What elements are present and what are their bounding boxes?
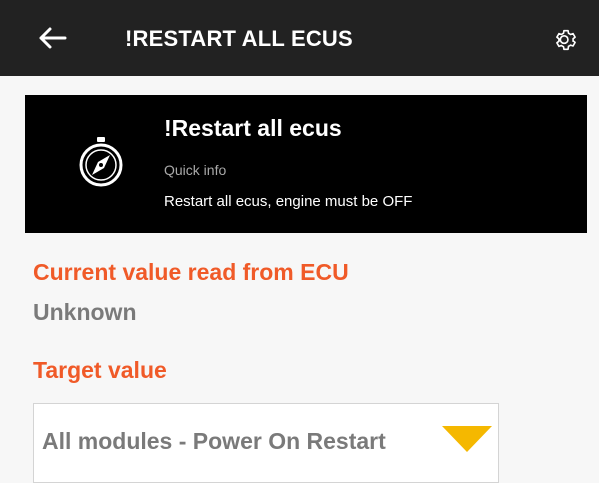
- app-bar: !RESTART ALL ECUS: [0, 0, 599, 76]
- target-selected-value: All modules - Power On Restart: [42, 428, 386, 454]
- target-value-select[interactable]: All modules - Power On Restart: [33, 403, 499, 483]
- card-description: Restart all ecus, engine must be OFF: [164, 193, 413, 210]
- dropdown-triangle-icon: [442, 426, 492, 452]
- current-value-label: Current value read from ECU: [33, 259, 349, 285]
- card-title: !Restart all ecus: [164, 115, 342, 141]
- current-value: Unknown: [33, 299, 137, 325]
- card-subtitle: Quick info: [164, 162, 227, 178]
- compass-icon: [79, 137, 123, 187]
- arrow-left-icon: [39, 27, 67, 49]
- settings-button[interactable]: [548, 22, 584, 58]
- gear-icon: [556, 29, 576, 51]
- target-value-label: Target value: [33, 357, 167, 383]
- back-button[interactable]: [30, 18, 74, 58]
- page-title: !RESTART ALL ECUS: [125, 26, 353, 51]
- quick-info-card: !Restart all ecus Quick info Restart all…: [25, 95, 587, 233]
